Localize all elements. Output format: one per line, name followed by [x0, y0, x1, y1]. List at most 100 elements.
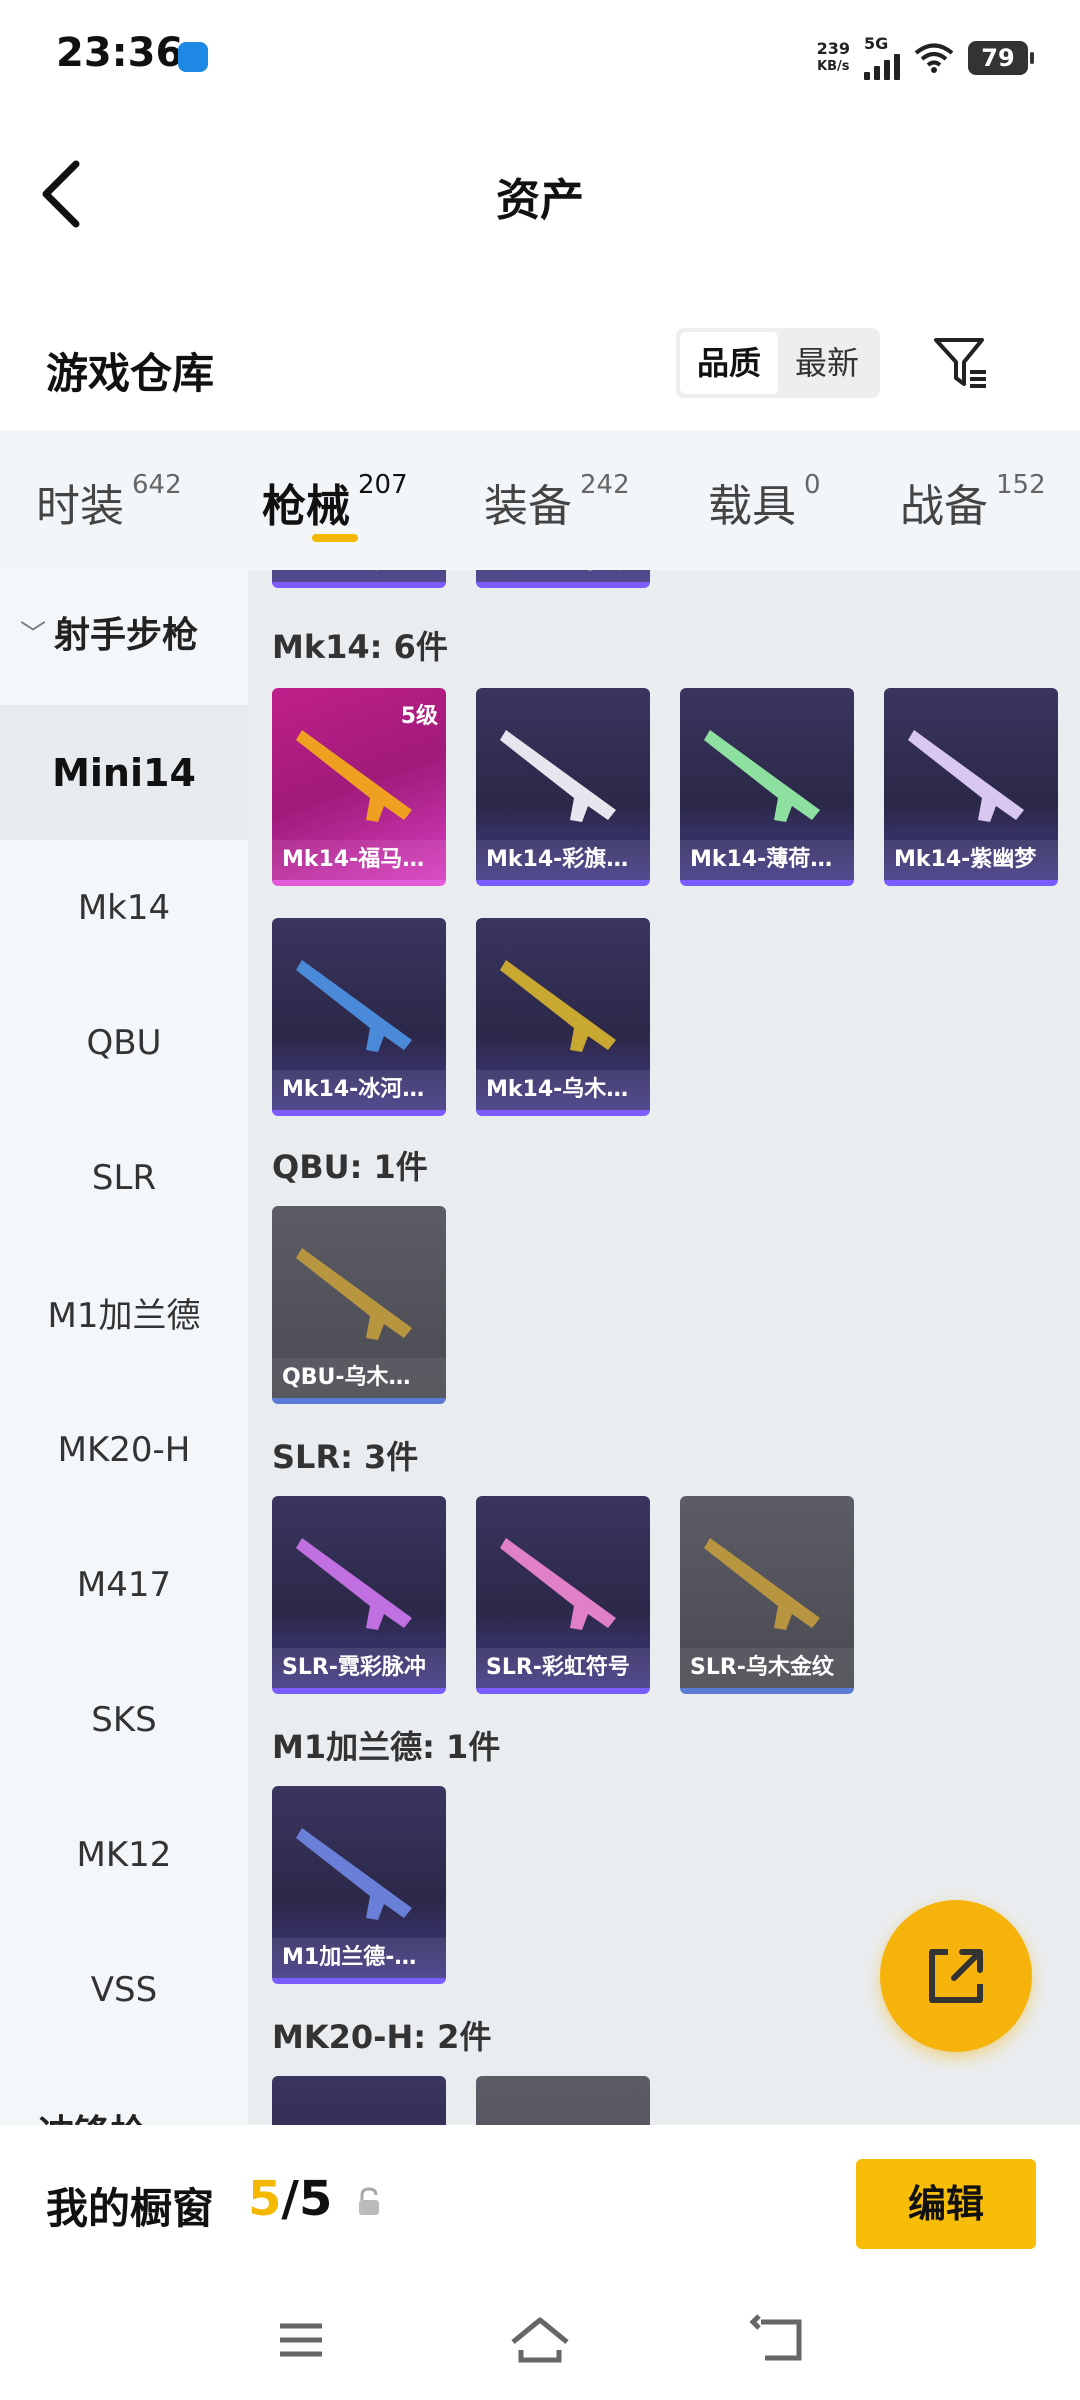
tab-count: 207	[358, 470, 408, 500]
chevron-down-icon: ﹀	[20, 619, 47, 650]
weapon-card-label: Mk14-彩旗…	[476, 840, 650, 880]
weapon-card-label: SLR-乌木金纹	[680, 1648, 854, 1688]
weapon-card[interactable]: QBU-乌木…	[272, 1206, 446, 1404]
rifle-icon	[500, 730, 616, 822]
weapon-card-label: Mk14-乌木…	[476, 1070, 650, 1110]
menu-icon[interactable]	[266, 2310, 336, 2370]
category-tabs: 时装 642 枪械 207 装备 242 载具 0 战备 152	[0, 430, 1080, 570]
share-icon	[929, 1949, 983, 2003]
warehouse-title: 游戏仓库	[46, 349, 215, 398]
sort-quality-button[interactable]: 品质	[680, 332, 778, 394]
cell-signal-icon: 5G	[864, 36, 900, 80]
edit-button[interactable]: 编辑	[856, 2159, 1036, 2249]
rifle-icon	[704, 730, 820, 822]
weapon-sidebar: ﹀ 射手步枪 Mini14 Mk14 QBU SLR M1加兰德 MK20-H …	[0, 570, 248, 2125]
sidebar-item-mini14[interactable]: Mini14	[0, 705, 248, 840]
sidebar-item-qbu[interactable]: QBU	[0, 975, 248, 1110]
weapon-card-label: QBU-乌木…	[272, 1358, 446, 1398]
wifi-icon	[914, 43, 954, 73]
weapon-card[interactable]	[272, 2076, 446, 2125]
tab-count: 642	[132, 470, 182, 500]
sidebar-item-mk20h[interactable]: MK20-H	[0, 1382, 248, 1517]
sidebar-group-smg[interactable]: › 冲锋枪	[0, 2100, 248, 2125]
app-root: 23:36 239 KB/s 5G 79 资产 游戏仓库 品质 最新 时装 64…	[0, 0, 1080, 2400]
tab-label: 枪械	[262, 481, 350, 532]
sidebar-item-mk12[interactable]: MK12	[0, 1787, 248, 1922]
home-icon[interactable]	[505, 2310, 575, 2370]
weapon-card[interactable]: SLR-乌木金纹	[680, 1496, 854, 1694]
rifle-icon	[908, 730, 1024, 822]
rifle-icon	[500, 960, 616, 1052]
weapon-card-label: Mini14-炫…	[272, 570, 446, 582]
section-title-mk20h: MK20-H: 2件	[272, 2018, 492, 2056]
tab-guns[interactable]: 枪械 207	[262, 470, 408, 534]
section-title-m1: M1加兰德: 1件	[272, 1728, 501, 1766]
rifle-icon	[296, 1828, 412, 1920]
chevron-right-icon: ›	[20, 2115, 30, 2125]
sort-latest-button[interactable]: 最新	[778, 332, 876, 394]
weapon-card-label: SLR-霓彩脉冲	[272, 1648, 446, 1688]
showcase-count: 5/5	[248, 2171, 332, 2227]
rifle-icon	[296, 730, 412, 822]
weapon-card[interactable]: Mk14-薄荷…	[680, 688, 854, 886]
rifle-icon	[500, 1538, 616, 1630]
tab-label: 载具	[708, 481, 796, 532]
status-indicators: 239 KB/s 5G 79	[817, 36, 1034, 80]
sidebar-item-mk14[interactable]: Mk14	[0, 840, 248, 975]
tab-fashion[interactable]: 时装 642	[36, 470, 182, 534]
lock-icon	[359, 2187, 379, 2215]
notification-app-icon	[178, 42, 208, 72]
status-bar: 23:36 239 KB/s 5G 79	[0, 0, 1080, 116]
weapon-card[interactable]: Mini14-涂山…	[476, 570, 650, 588]
weapon-card-label: Mk14-紫幽梦	[884, 840, 1058, 880]
weapon-card-label: Mk14-冰河…	[272, 1070, 446, 1110]
speed-value: 239	[816, 39, 850, 58]
tab-supplies[interactable]: 战备 152	[900, 470, 1046, 534]
weapon-card-label: Mini14-涂山…	[476, 570, 650, 582]
weapon-card[interactable]: Mini14-炫…	[272, 570, 446, 588]
back-nav-icon[interactable]	[745, 2310, 815, 2370]
tab-label: 装备	[484, 481, 572, 532]
speed-unit: KB/s	[817, 59, 850, 74]
sidebar-item-m417[interactable]: M417	[0, 1517, 248, 1652]
weapon-card[interactable]: Mk14-紫幽梦	[884, 688, 1058, 886]
rifle-icon	[296, 1538, 412, 1630]
showcase-bar: 我的橱窗 5/5 编辑	[0, 2125, 1080, 2280]
weapon-card[interactable]: SLR-霓彩脉冲	[272, 1496, 446, 1694]
sidebar-item-vss[interactable]: VSS	[0, 1922, 248, 2057]
tab-label: 战备	[900, 481, 988, 532]
sidebar-group-marksman[interactable]: ﹀ 射手步枪	[0, 582, 248, 682]
showcase-title: 我的橱窗	[46, 2184, 215, 2233]
rifle-icon	[296, 1248, 412, 1340]
sidebar-item-sks[interactable]: SKS	[0, 1652, 248, 1787]
weapon-card[interactable]: 5级 Mk14-福马…	[272, 688, 446, 886]
system-nav-bar	[0, 2280, 1080, 2400]
section-title-slr: SLR: 3件	[272, 1438, 419, 1476]
active-tab-indicator	[312, 534, 358, 542]
weapon-card[interactable]: Mk14-彩旗…	[476, 688, 650, 886]
weapon-card[interactable]: Mk14-冰河…	[272, 918, 446, 1116]
rifle-icon	[296, 960, 412, 1052]
tab-equipment[interactable]: 装备 242	[484, 470, 630, 534]
network-speed: 239 KB/s	[817, 40, 850, 76]
section-title-qbu: QBU: 1件	[272, 1148, 428, 1186]
rifle-icon	[704, 1538, 820, 1630]
weapon-card[interactable]: M1加兰德-…	[272, 1786, 446, 1984]
battery-indicator: 79	[968, 41, 1034, 75]
weapon-card[interactable]: SLR-彩虹符号	[476, 1496, 650, 1694]
tab-vehicles[interactable]: 载具 0	[708, 470, 821, 534]
warehouse-row: 游戏仓库 品质 最新	[0, 318, 1080, 418]
sidebar-item-m1[interactable]: M1加兰德	[0, 1245, 248, 1380]
sidebar-group-label: 射手步枪	[54, 615, 199, 656]
weapon-card[interactable]: Mk14-乌木…	[476, 918, 650, 1116]
filter-icon[interactable]	[930, 332, 992, 394]
tab-count: 152	[996, 470, 1046, 500]
weapon-card-label: Mk14-薄荷…	[680, 840, 854, 880]
tab-count: 242	[580, 470, 630, 500]
sidebar-item-slr[interactable]: SLR	[0, 1110, 248, 1245]
share-fab-button[interactable]	[880, 1900, 1032, 2052]
showcase-count-current: 5	[248, 2171, 282, 2227]
weapon-card[interactable]	[476, 2076, 650, 2125]
tab-count: 0	[804, 470, 821, 500]
section-title-mk14: Mk14: 6件	[272, 628, 448, 666]
